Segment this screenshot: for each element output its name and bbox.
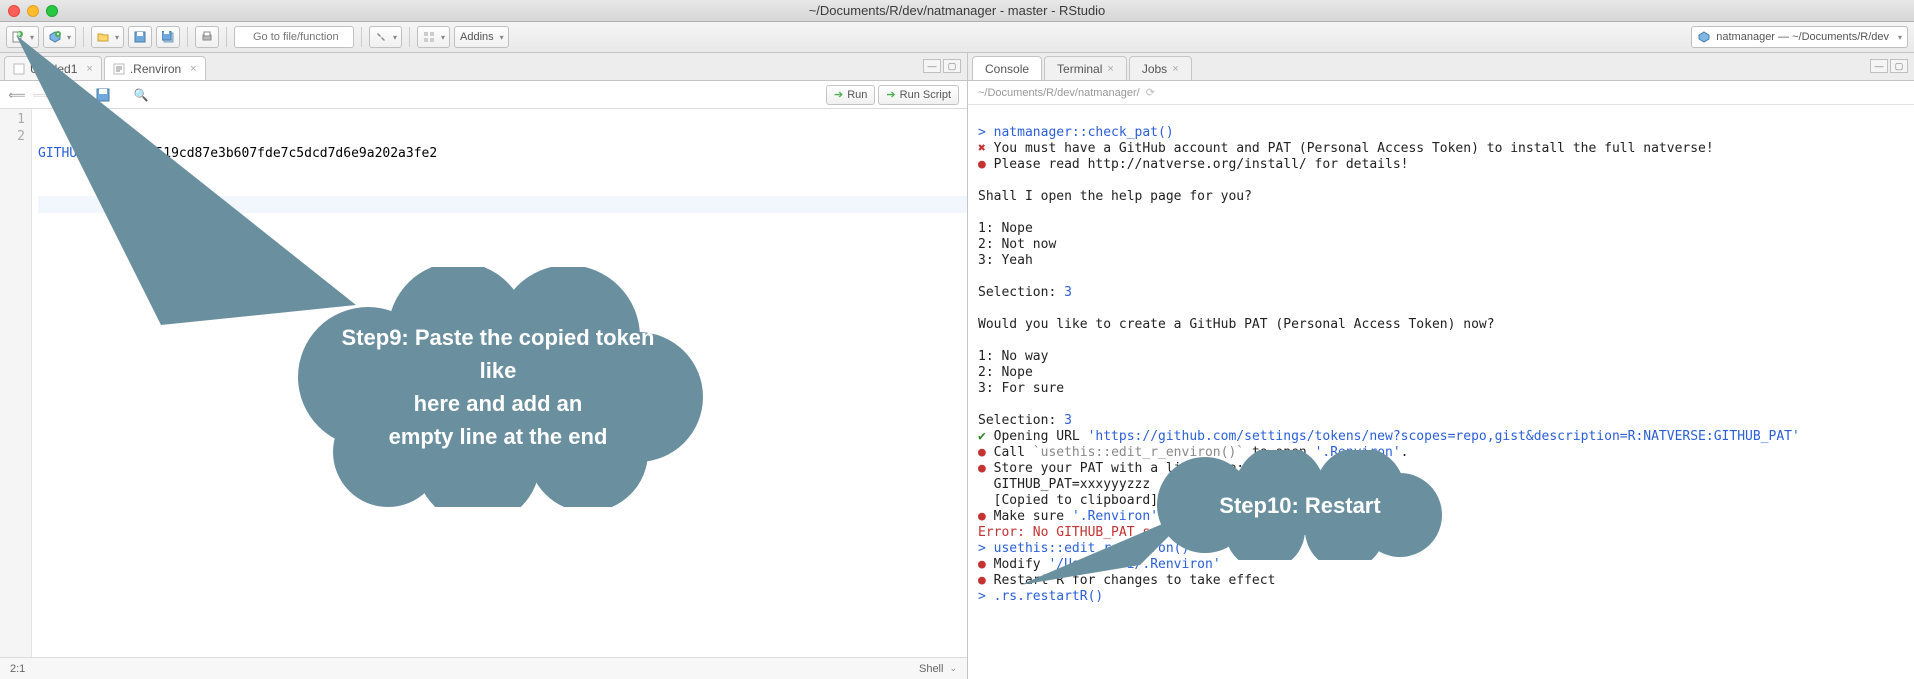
console-line: 3: For sure — [978, 381, 1064, 396]
console-line: 3: Yeah — [978, 253, 1033, 268]
console-breadcrumb: ~/Documents/R/dev/natmanager/ ⟳ — [968, 81, 1914, 105]
console-line: [Copied to clipboard] — [978, 493, 1158, 508]
console-line: You must have a GitHub account and PAT (… — [978, 141, 1714, 156]
console-line: GITHUB_PAT=xxxyyyzzz — [978, 477, 1150, 492]
console-line: > natmanager::check_pat() — [978, 125, 1174, 140]
new-project-button[interactable] — [43, 26, 76, 48]
tab-label: Jobs — [1142, 62, 1167, 76]
close-icon[interactable]: × — [1172, 63, 1178, 75]
code-line: GITHUB_PAT=GITHUB_PAT=d717519cd87e3b607f… — [38, 145, 967, 162]
source-toolbar: ⟸ ⟹ 🔍 ➔ Run ➔ Run Script — [0, 81, 967, 109]
code-line — [38, 196, 967, 213]
show-in-new-window-icon[interactable] — [70, 86, 88, 104]
language-label[interactable]: Shell — [919, 663, 943, 675]
tab-label: Console — [985, 62, 1029, 76]
new-file-button[interactable] — [6, 26, 39, 48]
minimize-pane-icon[interactable]: — — [1870, 59, 1888, 73]
console-line: Please read http://natverse.org/install/… — [978, 157, 1408, 172]
console-tabs: Console Terminal × Jobs × — ▢ — [968, 53, 1914, 81]
save-button[interactable] — [128, 26, 152, 48]
go-to-file-wrapper: 🔍 — [234, 26, 354, 48]
refresh-icon[interactable]: ⟳ — [1146, 86, 1155, 99]
minimize-pane-icon[interactable]: — — [923, 59, 941, 73]
breadcrumb-path: ~/Documents/R/dev/natmanager/ — [978, 87, 1140, 99]
code-area[interactable]: GITHUB_PAT=GITHUB_PAT=d717519cd87e3b607f… — [32, 109, 967, 657]
console-line: Restart R for changes to take effect — [978, 573, 1275, 588]
gutter: 1 2 — [0, 109, 32, 657]
run-script-label: Run Script — [900, 89, 951, 101]
tools-button[interactable] — [369, 26, 402, 48]
console-line: Error: No GITHUB_PAT set — [978, 525, 1166, 540]
console-line: Call `usethis::edit_r_environ()` to open… — [978, 445, 1409, 460]
console-line: Store your PAT with a line like: — [978, 461, 1244, 476]
run-button[interactable]: ➔ Run — [826, 85, 875, 105]
close-icon[interactable]: × — [190, 63, 196, 75]
tab-label: Untitled1 — [30, 62, 77, 76]
console-line: > usethis::edit_r_environ() — [978, 541, 1189, 556]
tab-console[interactable]: Console — [972, 56, 1042, 80]
maximize-pane-icon[interactable]: ▢ — [943, 59, 961, 73]
source-pane: Untitled1 × .Renviron × — ▢ ⟸ ⟹ — [0, 53, 968, 679]
save-icon[interactable] — [94, 86, 112, 104]
file-icon — [13, 63, 25, 75]
document-tabs: Untitled1 × .Renviron × — ▢ — [0, 53, 967, 81]
back-icon[interactable]: ⟸ — [8, 86, 26, 104]
run-label: Run — [847, 89, 867, 101]
maximize-pane-icon[interactable]: ▢ — [1890, 59, 1908, 73]
open-file-button[interactable] — [91, 26, 124, 48]
console-line: 2: Nope — [978, 365, 1033, 380]
project-dropdown[interactable]: natmanager — ~/Documents/R/dev — [1691, 26, 1908, 48]
console-line: Modify '/Users/sri/.Renviron' — [978, 557, 1221, 572]
go-to-file-input[interactable] — [234, 26, 354, 48]
play-icon: ➔ — [834, 88, 843, 101]
console-line: > .rs.restartR() — [978, 589, 1103, 604]
project-label: natmanager — ~/Documents/R/dev — [1716, 31, 1889, 43]
cursor-position: 2:1 — [10, 663, 25, 675]
play-icon: ➔ — [886, 88, 895, 101]
console-line: Shall I open the help page for you? — [978, 189, 1252, 204]
tab-label: .Renviron — [130, 62, 181, 76]
tab-untitled[interactable]: Untitled1 × — [4, 56, 102, 80]
tab-terminal[interactable]: Terminal × — [1044, 56, 1127, 80]
editor[interactable]: 1 2 GITHUB_PAT=GITHUB_PAT=d717519cd87e3b… — [0, 109, 967, 657]
close-icon[interactable]: × — [86, 63, 92, 75]
console-pane: Console Terminal × Jobs × — ▢ ~/Documents/… — [968, 53, 1914, 679]
window-title: ~/Documents/R/dev/natmanager - master - … — [0, 3, 1914, 18]
source-statusbar: 2:1 Shell — [0, 657, 967, 679]
forward-icon[interactable]: ⟹ — [32, 86, 50, 104]
line-number: 1 — [0, 111, 25, 128]
tab-label: Terminal — [1057, 62, 1102, 76]
run-script-button[interactable]: ➔ Run Script — [878, 85, 959, 105]
console-output[interactable]: > natmanager::check_pat() You must have … — [968, 105, 1914, 679]
grid-button[interactable] — [417, 26, 450, 48]
main-toolbar: 🔍 Addins natmanager — ~/Documents/R/dev — [0, 22, 1914, 53]
console-line: Opening URL 'https://github.com/settings… — [978, 429, 1800, 444]
console-line: Selection: 3 — [978, 285, 1072, 300]
main-area: Untitled1 × .Renviron × — ▢ ⟸ ⟹ — [0, 53, 1914, 679]
tab-renviron[interactable]: .Renviron × — [104, 56, 206, 80]
file-icon — [113, 63, 125, 75]
console-line: 1: Nope — [978, 221, 1033, 236]
project-icon — [1698, 31, 1710, 43]
close-icon[interactable]: × — [1107, 63, 1113, 75]
print-button[interactable] — [195, 26, 219, 48]
console-line: 1: No way — [978, 349, 1048, 364]
line-number: 2 — [0, 128, 25, 145]
addins-button[interactable]: Addins — [454, 26, 509, 48]
save-all-button[interactable] — [156, 26, 180, 48]
console-line: Make sure '.Renviron' ends with a newlin… — [978, 509, 1322, 524]
console-line: Selection: 3 — [978, 413, 1072, 428]
console-line: Would you like to create a GitHub PAT (P… — [978, 317, 1495, 332]
find-icon[interactable]: 🔍 — [132, 86, 150, 104]
titlebar: ~/Documents/R/dev/natmanager - master - … — [0, 0, 1914, 22]
tab-jobs[interactable]: Jobs × — [1129, 56, 1192, 80]
console-line: 2: Not now — [978, 237, 1056, 252]
